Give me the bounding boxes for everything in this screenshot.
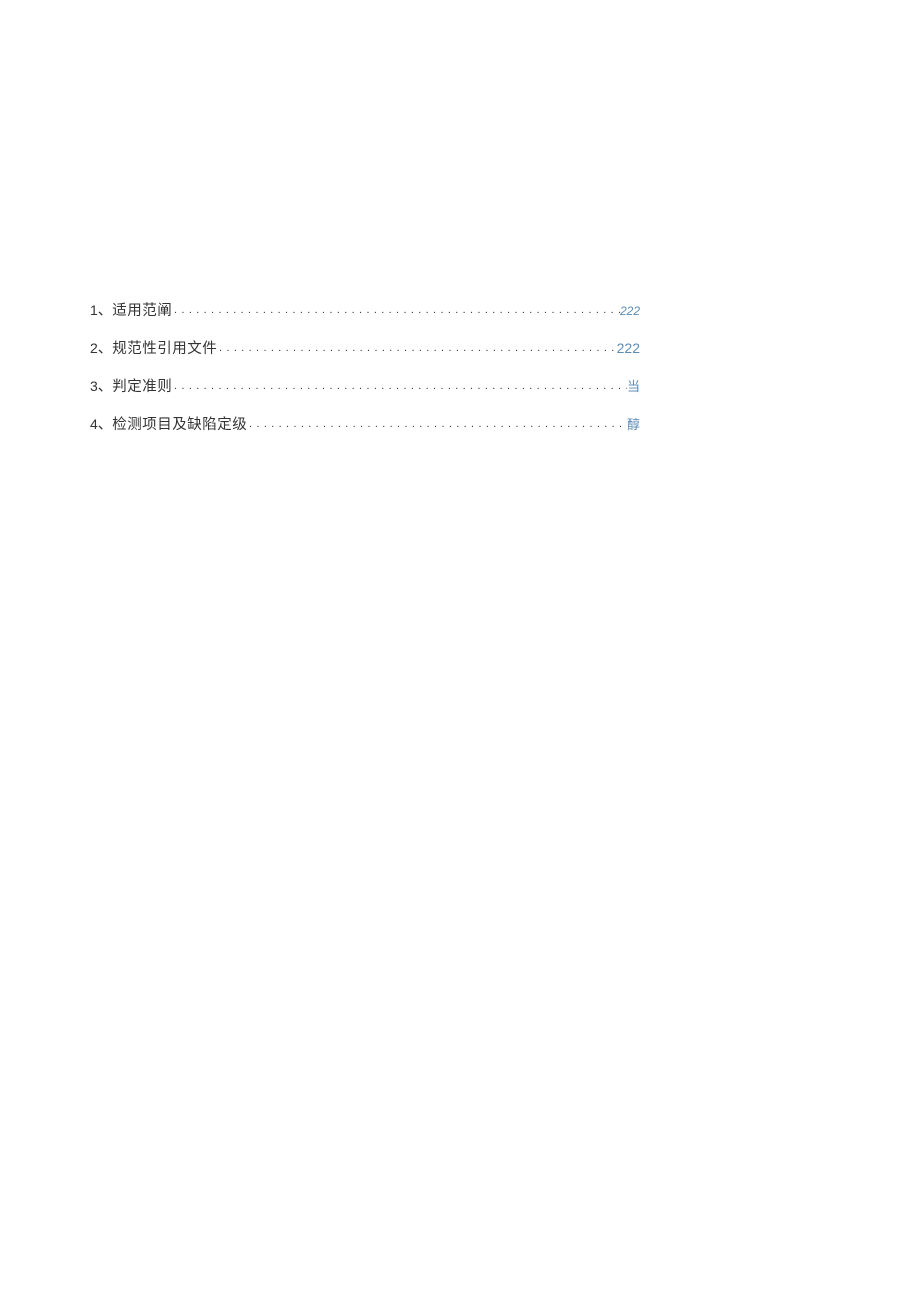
toc-page-link[interactable]: 醇 bbox=[627, 417, 640, 433]
toc-entry: 2 、 规范性引用文件 222 bbox=[90, 340, 640, 359]
toc-dot-leader bbox=[172, 379, 627, 395]
toc-entry-separator: 、 bbox=[98, 341, 113, 357]
toc-page-link[interactable]: 222 bbox=[620, 303, 640, 319]
toc-dot-leader bbox=[217, 341, 616, 357]
toc-dot-leader bbox=[172, 303, 620, 319]
toc-entry: 3 、 判定准则 当 bbox=[90, 378, 640, 397]
toc-entry-separator: 、 bbox=[98, 303, 113, 319]
toc-page-link[interactable]: 222 bbox=[617, 340, 640, 356]
toc-entry-title: 判定准则 bbox=[112, 379, 172, 395]
toc-entry-number: 1 bbox=[90, 302, 98, 318]
toc-dot-leader bbox=[247, 417, 627, 433]
toc-entry-number: 4 bbox=[90, 416, 98, 432]
table-of-contents: 1 、 适用范阐 222 2 、 规范性引用文件 222 3 、 判定准则 当 … bbox=[90, 302, 640, 454]
toc-entry-number: 3 bbox=[90, 378, 98, 394]
toc-entry: 1 、 适用范阐 222 bbox=[90, 302, 640, 321]
toc-entry: 4 、 检测项目及缺陷定级 醇 bbox=[90, 416, 640, 435]
toc-page-link[interactable]: 当 bbox=[627, 379, 640, 395]
toc-entry-title: 规范性引用文件 bbox=[112, 341, 217, 357]
toc-entry-number: 2 bbox=[90, 340, 98, 356]
toc-entry-separator: 、 bbox=[98, 417, 113, 433]
toc-entry-separator: 、 bbox=[98, 379, 113, 395]
toc-entry-title: 检测项目及缺陷定级 bbox=[112, 417, 247, 433]
toc-entry-title: 适用范阐 bbox=[112, 303, 172, 319]
